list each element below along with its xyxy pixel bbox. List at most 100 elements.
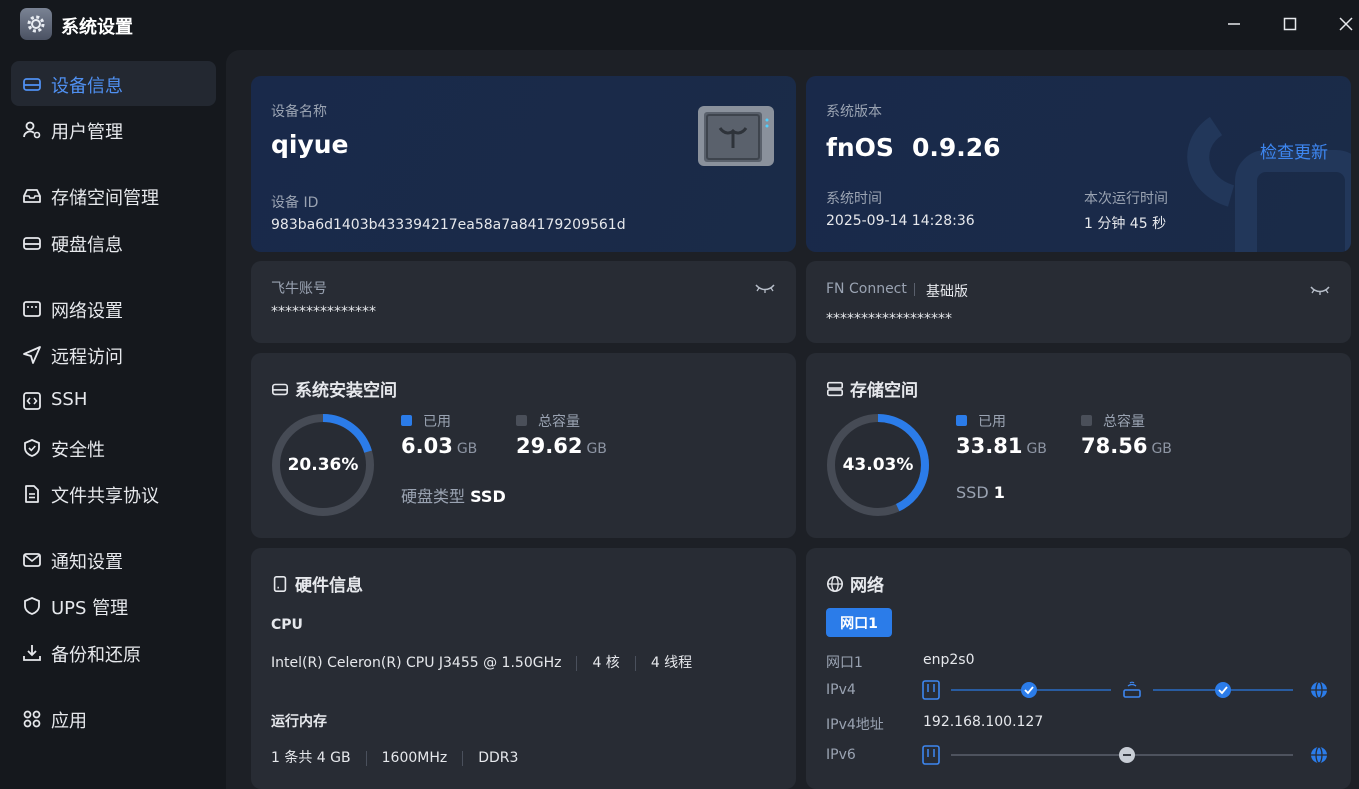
fn-connect-value: ****************** — [826, 311, 952, 327]
device-card: 设备名称 qiyue 设备 ID 983ba6d1403b433394217ea… — [251, 76, 796, 252]
apps-icon — [23, 710, 41, 728]
total-label: 总容量 — [1103, 414, 1145, 430]
account-value: *************** — [271, 304, 376, 320]
sidebar-item-users[interactable]: 用户管理 — [11, 107, 216, 152]
used-label: 已用 — [978, 414, 1006, 430]
device-name-label: 设备名称 — [271, 104, 327, 120]
memory-label: 运行内存 — [271, 714, 327, 730]
minimize-icon — [1228, 23, 1240, 25]
tab-port-1[interactable]: 网口1 — [826, 608, 892, 637]
install-space-percent: 20.36% — [287, 455, 359, 475]
sidebar-item-remote-access[interactable]: 远程访问 — [11, 332, 216, 377]
server-icon — [826, 381, 844, 396]
file-icon — [25, 485, 39, 503]
fn-connect-plan: 基础版 — [926, 284, 968, 300]
sidebar-item-label: 硬盘信息 — [51, 235, 123, 256]
sidebar-item-apps[interactable]: 应用 — [11, 696, 216, 741]
send-icon — [23, 346, 41, 364]
ssd-count: SSD 1 — [956, 483, 1005, 502]
system-time: 2025-09-14 14:28:36 — [826, 213, 975, 229]
sidebar-item-storage[interactable]: 存储空间管理 — [11, 173, 216, 218]
sidebar-item-label: 应用 — [51, 711, 87, 732]
sidebar-item-notifications[interactable]: 通知设置 — [11, 537, 216, 582]
network-icon — [23, 301, 41, 317]
ipv4-label: IPv4 — [826, 682, 856, 698]
total-value: 29.62 GB — [516, 434, 607, 458]
used-value: 33.81 GB — [956, 434, 1047, 458]
storage-space-title: 存储空间 — [826, 376, 918, 401]
check-circle-icon — [1215, 682, 1231, 698]
legend-total-swatch — [1081, 415, 1092, 426]
close-button[interactable] — [1331, 10, 1359, 38]
globe-icon — [826, 575, 844, 592]
system-version-label: 系统版本 — [826, 104, 882, 120]
router-icon — [1123, 689, 1141, 698]
hard-drive-icon — [271, 383, 289, 395]
os-version: 0.9.26 — [912, 133, 1001, 162]
maximize-icon — [1283, 17, 1297, 31]
device-id: 983ba6d1403b433394217ea58a7a84179209561d — [271, 217, 626, 233]
fn-connect-card: FN Connect 基础版 ****************** — [806, 261, 1351, 343]
ipv6-status-line — [922, 745, 1327, 765]
sidebar-item-label: 通知设置 — [51, 552, 123, 573]
fnos-watermark-icon — [1187, 116, 1351, 252]
hardware-title: 硬件信息 — [271, 571, 363, 596]
divider — [914, 283, 915, 296]
hardware-card: 硬件信息 CPU Intel(R) Celeron(R) CPU J3455 @… — [251, 548, 796, 789]
sidebar-item-label: UPS 管理 — [51, 598, 129, 619]
nas-device-icon — [698, 106, 774, 166]
close-icon — [1339, 17, 1353, 31]
sidebar-item-security[interactable]: 安全性 — [11, 425, 216, 470]
maximize-button[interactable] — [1275, 10, 1305, 38]
system-card: 系统版本 fnOS 0.9.26 检查更新 系统时间 2025-09-14 14… — [806, 76, 1351, 252]
account-label: 飞牛账号 — [271, 281, 327, 297]
code-icon — [23, 392, 41, 410]
hard-drive-icon — [23, 78, 41, 91]
sidebar-item-label: 备份和还原 — [51, 645, 141, 666]
check-update-link[interactable]: 检查更新 — [1260, 138, 1328, 163]
sidebar-item-ssh[interactable]: SSH — [11, 378, 216, 423]
sidebar-item-network[interactable]: 网络设置 — [11, 286, 216, 331]
total-label: 总容量 — [538, 414, 580, 430]
sidebar-item-ups[interactable]: UPS 管理 — [11, 583, 216, 628]
storage-box-icon — [23, 189, 41, 203]
sidebar-item-label: 用户管理 — [51, 122, 123, 143]
sidebar-item-disks[interactable]: 硬盘信息 — [11, 220, 216, 265]
total-value: 78.56 GB — [1081, 434, 1172, 458]
sidebar-item-label: 设备信息 — [51, 76, 123, 97]
storage-space-percent: 43.03% — [842, 455, 914, 475]
install-space-card: 系统安装空间 20.36% 已用 6.03 GB 总容量 29.62 GB 硬盘类型… — [251, 353, 796, 538]
eye-closed-icon[interactable] — [1310, 283, 1330, 297]
sidebar-item-label: 安全性 — [51, 440, 105, 461]
check-circle-icon — [1021, 682, 1037, 698]
used-value: 6.03 GB — [401, 434, 478, 458]
used-label: 已用 — [423, 414, 451, 430]
gear-icon — [20, 8, 52, 40]
nas-icon — [922, 745, 940, 765]
install-space-title: 系统安装空间 — [271, 376, 397, 401]
sidebar-item-file-sharing[interactable]: 文件共享协议 — [11, 471, 216, 516]
window-title: 系统设置 — [61, 17, 133, 38]
ups-shield-icon — [24, 597, 40, 615]
ipv6-label: IPv6 — [826, 747, 856, 763]
device-icon — [273, 575, 287, 592]
sidebar-item-backup[interactable]: 备份和还原 — [11, 630, 216, 675]
device-name: qiyue — [271, 130, 349, 159]
cpu-label: CPU — [271, 617, 303, 633]
sidebar-item-label: 存储空间管理 — [51, 188, 159, 209]
network-title: 网络 — [826, 571, 884, 596]
disk-icon — [23, 237, 41, 250]
sidebar-item-device-info[interactable]: 设备信息 — [11, 61, 216, 106]
uptime: 1 分钟 45 秒 — [1084, 216, 1167, 232]
eye-closed-icon[interactable] — [755, 281, 775, 295]
legend-total-swatch — [516, 415, 527, 426]
port-value: enp2s0 — [923, 652, 975, 668]
storage-space-card: 存储空间 43.03% 已用 33.81 GB 总容量 78.56 GB SSD 1 — [806, 353, 1351, 538]
cpu-info: Intel(R) Celeron(R) CPU J3455 @ 1.50GHz 4… — [271, 655, 693, 671]
device-id-label: 设备 ID — [271, 195, 319, 211]
sidebar-item-label: 文件共享协议 — [51, 486, 159, 507]
minimize-button[interactable] — [1219, 10, 1249, 38]
system-time-label: 系统时间 — [826, 191, 882, 207]
fn-connect-label: FN Connect — [826, 281, 907, 297]
sidebar-item-label: 网络设置 — [51, 301, 123, 322]
